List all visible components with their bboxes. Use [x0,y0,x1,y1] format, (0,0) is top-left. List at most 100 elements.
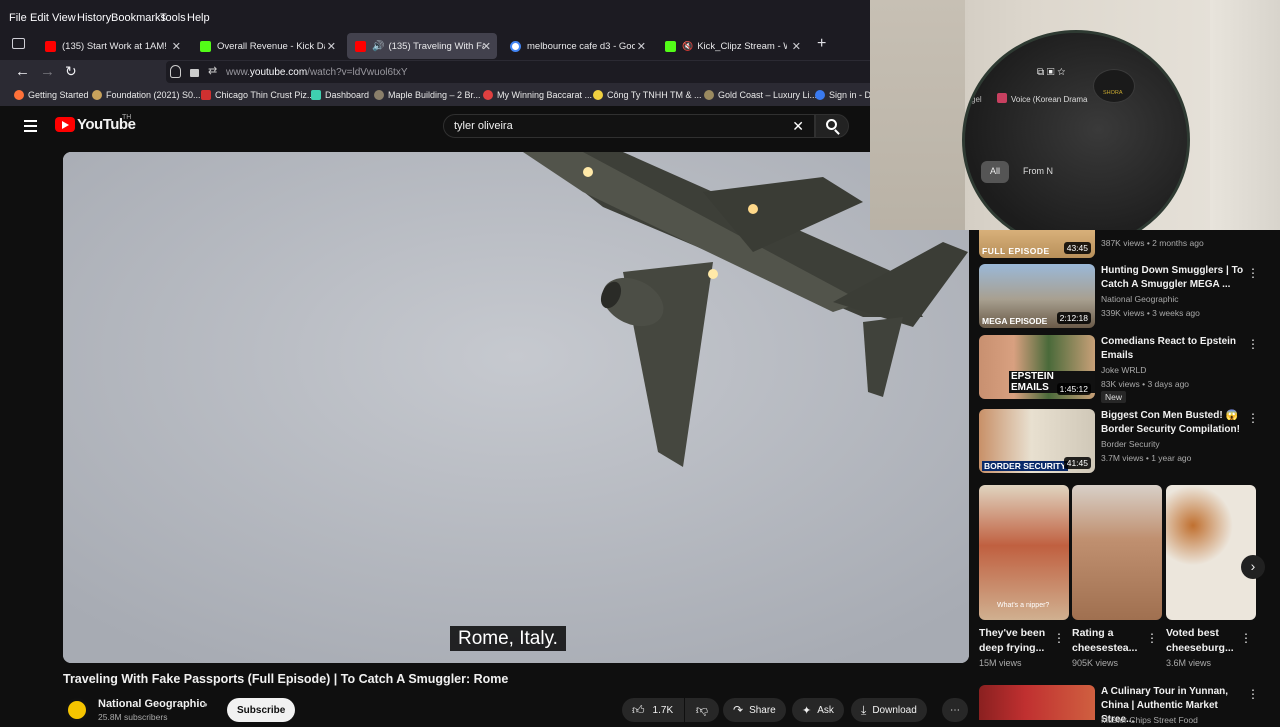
channel-name[interactable]: Master Chips Street Food [1101,715,1198,725]
short-item[interactable]: What's a nipper? They've been deep fryin… [979,485,1069,668]
youtube-logo-icon[interactable] [55,117,75,132]
share-button[interactable]: ↷ Share [723,698,786,722]
video-title[interactable]: Comedians React to Epstein Emails [1101,335,1245,363]
forward-icon[interactable]: → [40,63,55,80]
recommendation-item[interactable]: MEGA EPISODE 2:12:18 Hunting Down Smuggl… [979,264,1275,330]
menu-view[interactable]: View [52,12,76,24]
more-options-icon[interactable]: ⋮ [1247,411,1259,425]
shorts-next-button[interactable]: › [1241,555,1265,579]
like-button[interactable]: 👍︎ 1.7K [622,698,684,722]
shield-icon[interactable] [170,65,181,78]
menu-edit[interactable]: Edit [30,12,49,24]
short-thumbnail[interactable] [1166,485,1256,620]
hamburger-menu-icon[interactable] [24,120,37,132]
short-title[interactable]: They've been deep frying... [979,626,1053,656]
menu-history[interactable]: History [77,12,111,24]
dislike-button[interactable]: 👎︎ [685,698,719,722]
permissions-icon[interactable]: ⇄ [208,64,217,77]
back-icon[interactable]: ← [15,63,30,80]
tab-close-icon[interactable]: ✕ [637,40,646,53]
short-item[interactable]: Rating a cheesestea... 905K views ⋮ [1072,485,1162,668]
tab-overview-icon[interactable] [12,38,25,49]
tab-label: (135) Start Work at 1AM! Moth [62,40,170,52]
bookmark-maple-building[interactable]: Maple Building – 2 Br... [374,90,481,100]
more-options-icon[interactable]: ⋮ [1240,631,1252,645]
channel-avatar[interactable] [65,698,89,722]
tab-label: (135) Traveling With Fake Pa [388,40,484,52]
more-options-icon[interactable]: ⋮ [1247,337,1259,351]
bookmark-label: Chicago Thin Crust Piz... [215,90,315,100]
video-thumbnail[interactable] [979,685,1095,720]
short-views: 15M views [979,658,1022,668]
new-tab-icon[interactable]: + [817,35,826,53]
video-title[interactable]: Hunting Down Smugglers | To Catch A Smug… [1101,264,1245,292]
search-input[interactable]: tyler oliveira ✕ [443,114,815,138]
overlay-tab-text: gel [971,95,982,104]
airplane-frame [63,152,969,663]
subscribe-button[interactable]: Subscribe [227,698,296,722]
menu-tools[interactable]: Tools [160,12,186,24]
tab-label: melbournce cafe d3 - Google S [527,40,635,52]
bookmark-chicago-pizza[interactable]: Chicago Thin Crust Piz... [201,90,314,100]
recommendation-item[interactable]: EPSTEIN EMAILS 1:45:12 Comedians React t… [979,335,1275,403]
short-title[interactable]: Rating a cheesestea... [1072,626,1146,656]
url-bar[interactable]: ⇄ www.youtube.com/watch?v=ldVwuol6txY [166,61,886,83]
speaker-icon[interactable]: 🔊 [372,41,384,52]
tab-close-icon[interactable]: ✕ [482,40,491,53]
recommendation-item[interactable]: BORDER SECURITY 41:45 Biggest Con Men Bu… [979,409,1275,475]
more-options-icon[interactable]: ⋮ [1053,631,1065,645]
reload-icon[interactable]: ↻ [65,63,77,80]
video-duration: 41:45 [1063,457,1091,469]
lock-icon[interactable] [190,69,199,77]
tab-close-icon[interactable]: ✕ [172,40,181,53]
bookmark-getting-started[interactable]: Getting Started [14,90,89,100]
more-options-icon[interactable]: ⋮ [1146,631,1158,645]
video-thumbnail[interactable]: FULL EPISODE 43:45 [979,230,1095,258]
tab-kick-dashboard[interactable]: Overall Revenue - Kick Dashbo ✕ [192,33,342,59]
download-button[interactable]: ⤓ Download [851,698,927,722]
chair-logo: SHORA [1093,69,1135,103]
clear-search-icon[interactable]: ✕ [792,118,804,135]
short-item[interactable]: Voted best cheeseburg... 3.6M views ⋮ [1166,485,1256,668]
tab-start-work[interactable]: (135) Start Work at 1AM! Moth ✕ [37,33,187,59]
channel-name[interactable]: National Geographic [98,698,206,710]
video-thumbnail[interactable]: EPSTEIN EMAILS 1:45:12 [979,335,1095,399]
video-thumbnail[interactable]: BORDER SECURITY 41:45 [979,409,1095,473]
menu-file[interactable]: File [9,12,27,24]
channel-name[interactable]: National Geographic [1101,294,1179,304]
tab-close-icon[interactable]: ✕ [792,40,801,53]
more-options-icon[interactable]: ⋮ [1247,687,1259,701]
bookmark-baccarat[interactable]: My Winning Baccarat ... [483,90,592,100]
muted-speaker-icon[interactable]: 🔇 [682,41,693,52]
url-text[interactable]: www.youtube.com/watch?v=ldVwuol6txY [226,67,408,78]
webcam-overlay: gel Voice (Korean Drama All From N ⧉ ▣ ☆… [870,0,1280,230]
search-button[interactable] [815,114,849,138]
bookmark-cong-ty[interactable]: Công Ty TNHH TM & ... [593,90,702,100]
menu-bookmarks[interactable]: Bookmarks [111,12,166,24]
more-actions-button[interactable]: ⋯ [942,698,968,722]
bookmark-favicon-icon [815,90,825,100]
tab-google-search[interactable]: melbournce cafe d3 - Google S ✕ [502,33,652,59]
recommendation-item[interactable]: FULL EPISODE 43:45 387K views • 2 months… [979,230,1275,260]
chevron-right-icon: › [1250,558,1256,574]
short-thumbnail[interactable] [1072,485,1162,620]
video-player[interactable] [63,152,969,663]
kick-favicon-icon [200,40,211,52]
more-options-icon[interactable]: ⋮ [1247,266,1259,280]
video-thumbnail[interactable]: MEGA EPISODE 2:12:18 [979,264,1095,328]
tab-close-icon[interactable]: ✕ [327,40,336,53]
bookmark-label: Dashboard [325,90,370,100]
recommendation-item[interactable]: A Culinary Tour in Yunnan, China | Authe… [979,685,1275,725]
bookmark-dashboard[interactable]: Dashboard [311,90,369,100]
tab-traveling-fake-passports[interactable]: 🔊 (135) Traveling With Fake Pa ✕ [347,33,497,59]
short-thumbnail[interactable]: What's a nipper? [979,485,1069,620]
bookmark-foundation[interactable]: Foundation (2021) S0... [92,90,201,100]
video-title[interactable]: Biggest Con Men Busted! 😱 Border Securit… [1101,409,1245,437]
tab-kick-stream[interactable]: 🔇 Kick_Clipz Stream - Watch ✕ [657,33,807,59]
channel-name[interactable]: Border Security [1101,439,1160,449]
channel-name[interactable]: Joke WRLD [1101,365,1146,375]
short-title[interactable]: Voted best cheeseburg... [1166,626,1240,656]
ask-button[interactable]: ✦ Ask [792,698,844,722]
menu-help[interactable]: Help [187,12,210,24]
bookmark-gold-coast[interactable]: Gold Coast – Luxury Li... [704,90,817,100]
